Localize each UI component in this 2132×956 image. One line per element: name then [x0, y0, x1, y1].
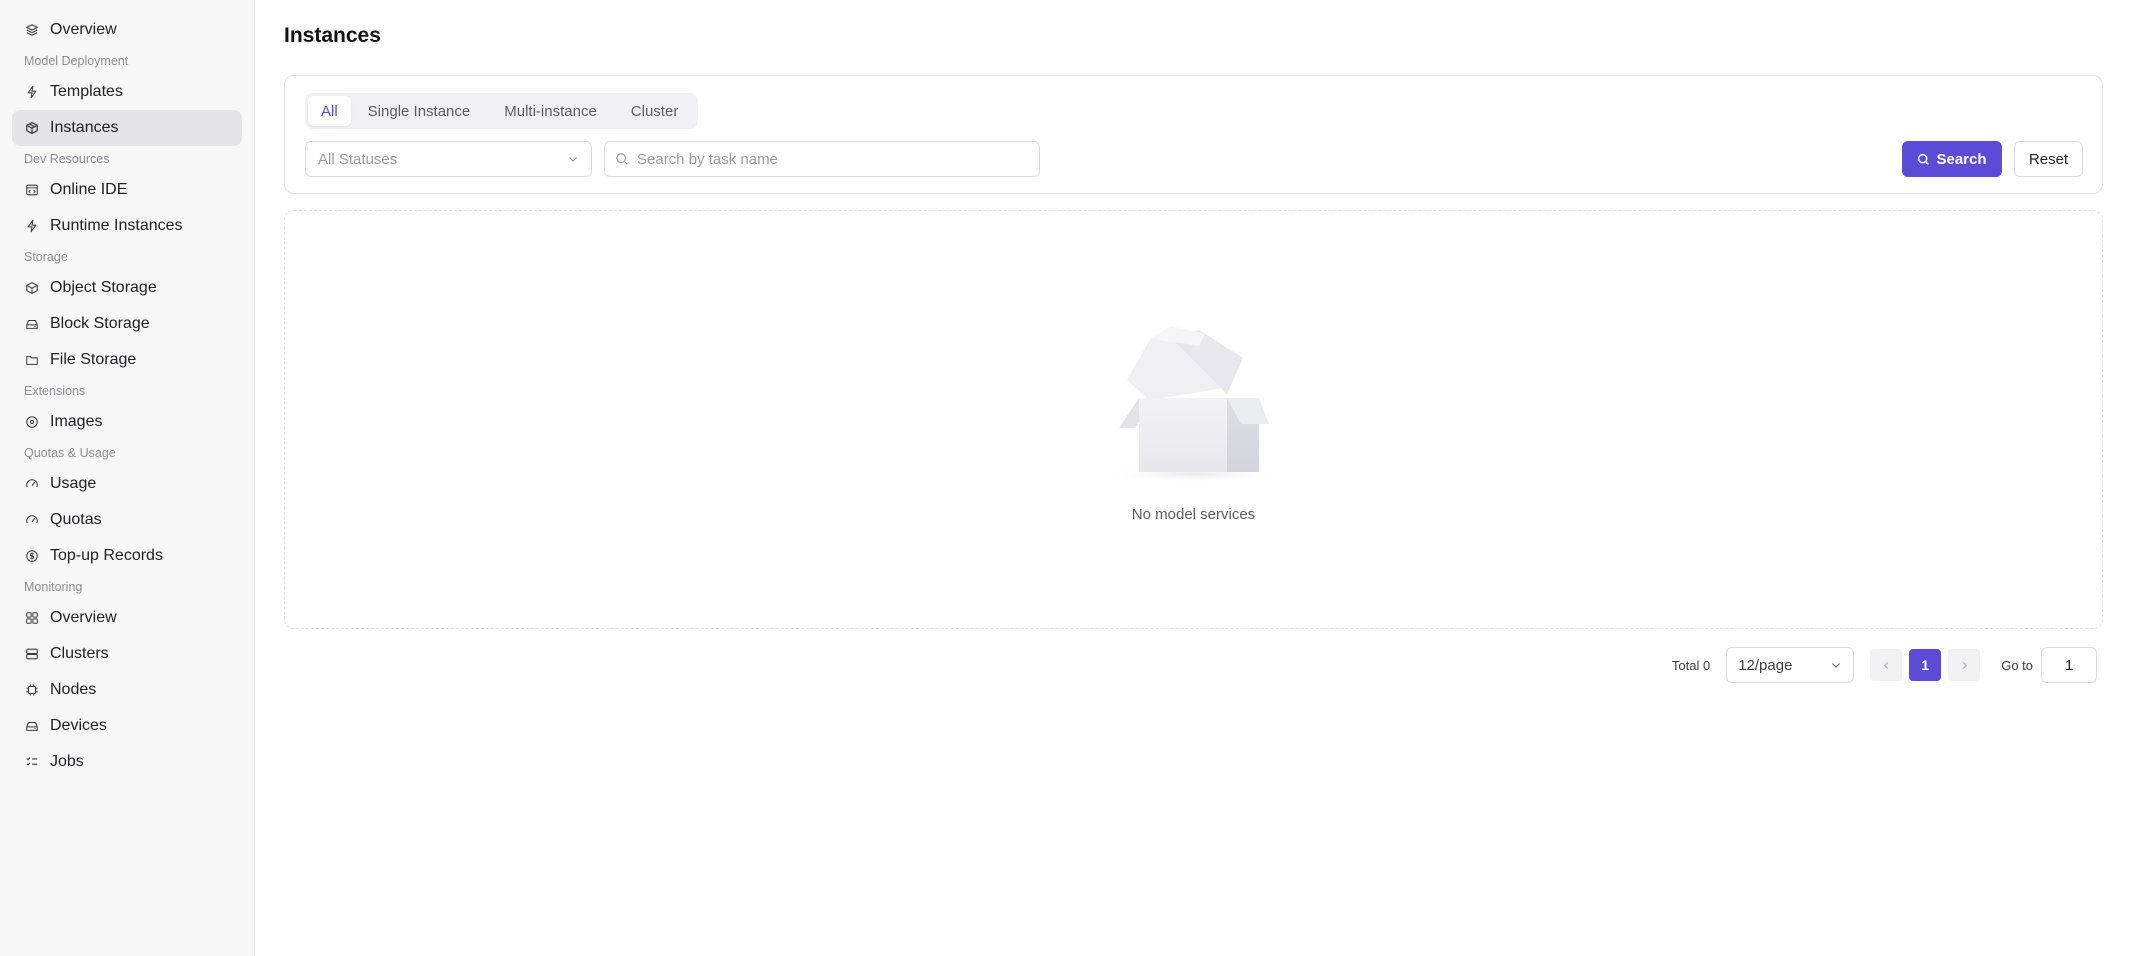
sidebar-item-label: Clusters	[50, 645, 109, 662]
chevron-left-icon	[1883, 661, 1888, 669]
sidebar-item-label: Quotas	[50, 511, 102, 528]
sidebar-item-file-storage[interactable]: File Storage	[12, 342, 242, 378]
sidebar-item-label: Online IDE	[50, 181, 128, 198]
sidebar-item-block-storage[interactable]: Block Storage	[12, 306, 242, 342]
goto-page-input[interactable]	[2041, 647, 2097, 683]
sidebar-item-jobs[interactable]: Jobs	[12, 744, 242, 780]
sidebar-item-instances[interactable]: Instances	[12, 110, 242, 146]
page-size-value: 12/page	[1738, 656, 1793, 674]
sidebar-item-label: Instances	[50, 119, 119, 136]
sidebar-item-monitoring-overview[interactable]: Overview	[12, 600, 242, 636]
sidebar-item-top-up-records[interactable]: Top-up Records	[12, 538, 242, 574]
sidebar-item-runtime-instances[interactable]: Runtime Instances	[12, 208, 242, 244]
next-page-button[interactable]	[1948, 649, 1981, 681]
prev-page-button[interactable]	[1870, 649, 1903, 681]
code-window-icon	[24, 182, 40, 198]
sidebar-item-devices[interactable]: Devices	[12, 708, 242, 744]
sidebar-item-label: Top-up Records	[50, 547, 163, 564]
sidebar-item-usage[interactable]: Usage	[12, 466, 242, 502]
sidebar-item-online-ide[interactable]: Online IDE	[12, 172, 242, 208]
sidebar-item-label: Object Storage	[50, 279, 157, 296]
chip-icon	[24, 682, 40, 698]
sidebar-item-label: Jobs	[50, 753, 84, 770]
search-field[interactable]	[604, 141, 1040, 177]
checklist-icon	[24, 754, 40, 770]
dashboard-icon	[24, 610, 40, 626]
sidebar-item-label: Usage	[50, 475, 97, 492]
dollar-icon	[24, 548, 40, 564]
reset-button[interactable]: Reset	[2014, 141, 2083, 177]
total-count: Total 0	[1671, 657, 1711, 673]
sidebar-item-images[interactable]: Images	[12, 404, 242, 440]
chevron-down-icon	[1832, 663, 1841, 668]
lightning-icon	[24, 84, 40, 100]
status-select[interactable]: All Statuses	[305, 141, 592, 177]
pagination: Total 0 12/page 1 Go to	[255, 647, 2097, 683]
sidebar-item-object-storage[interactable]: Object Storage	[12, 270, 242, 306]
page-button-current[interactable]: 1	[1909, 649, 1942, 681]
tab-single-instance[interactable]: Single Instance	[351, 96, 488, 126]
sidebar-item-label: Devices	[50, 717, 107, 734]
sidebar-item-quotas[interactable]: Quotas	[12, 502, 242, 538]
sidebar-group-label: Extensions	[24, 384, 86, 398]
search-icon	[1918, 153, 1930, 165]
server-icon	[24, 646, 40, 662]
empty-state-message: No model services	[1131, 506, 1256, 523]
sidebar-item-label: Images	[50, 413, 103, 430]
sidebar-group-label: Quotas & Usage	[24, 446, 116, 460]
sidebar: Overview Model Deployment Templates Instanc…	[0, 0, 255, 956]
filter-card: All Single Instance Multi-instance Cluster …	[284, 75, 2103, 194]
cube-icon	[24, 280, 40, 296]
sidebar-group-label: Dev Resources	[24, 152, 110, 166]
sidebar-item-label: Runtime Instances	[50, 217, 183, 234]
search-input[interactable]	[637, 144, 1029, 174]
tab-all[interactable]: All	[308, 96, 351, 126]
sidebar-group-label: Model Deployment	[24, 54, 129, 68]
layers-icon	[24, 22, 40, 38]
search-button-label: Search	[1936, 150, 1987, 168]
chevron-down-icon	[569, 157, 577, 162]
goto-label: Go to	[2001, 657, 2033, 673]
page-title: Instances	[284, 24, 381, 47]
status-select-placeholder: All Statuses	[318, 150, 398, 168]
page-size-select[interactable]: 12/page	[1726, 647, 1855, 683]
drive-icon	[24, 316, 40, 332]
disc-icon	[24, 414, 40, 430]
sidebar-group-label: Storage	[24, 250, 68, 264]
empty-box-icon	[1111, 326, 1276, 482]
sidebar-item-label: File Storage	[50, 351, 137, 368]
chevron-right-icon	[1962, 661, 1967, 669]
sidebar-item-overview[interactable]: Overview	[12, 12, 242, 48]
empty-state: No model services	[284, 210, 2103, 629]
sidebar-item-label: Overview	[50, 21, 117, 38]
instance-type-tabs: All Single Instance Multi-instance Cluster	[305, 93, 699, 129]
search-button[interactable]: Search	[1902, 141, 2002, 177]
drive-icon	[24, 718, 40, 734]
sidebar-item-nodes[interactable]: Nodes	[12, 672, 242, 708]
sidebar-item-label: Nodes	[50, 681, 97, 698]
sidebar-group-label: Monitoring	[24, 580, 83, 594]
main-content: Instances All Single Instance Multi-instan…	[255, 0, 2132, 956]
sidebar-item-clusters[interactable]: Clusters	[12, 636, 242, 672]
tab-cluster[interactable]: Cluster	[614, 96, 696, 126]
lightning-icon	[24, 218, 40, 234]
sidebar-item-templates[interactable]: Templates	[12, 74, 242, 110]
gauge-icon	[24, 512, 40, 528]
package-icon	[24, 120, 40, 136]
sidebar-item-label: Overview	[50, 609, 117, 626]
gauge-icon	[24, 476, 40, 492]
tab-multi-instance[interactable]: Multi-instance	[487, 96, 614, 126]
folder-icon	[24, 352, 40, 368]
sidebar-item-label: Templates	[50, 83, 123, 100]
sidebar-item-label: Block Storage	[50, 315, 150, 332]
search-icon	[616, 153, 628, 165]
